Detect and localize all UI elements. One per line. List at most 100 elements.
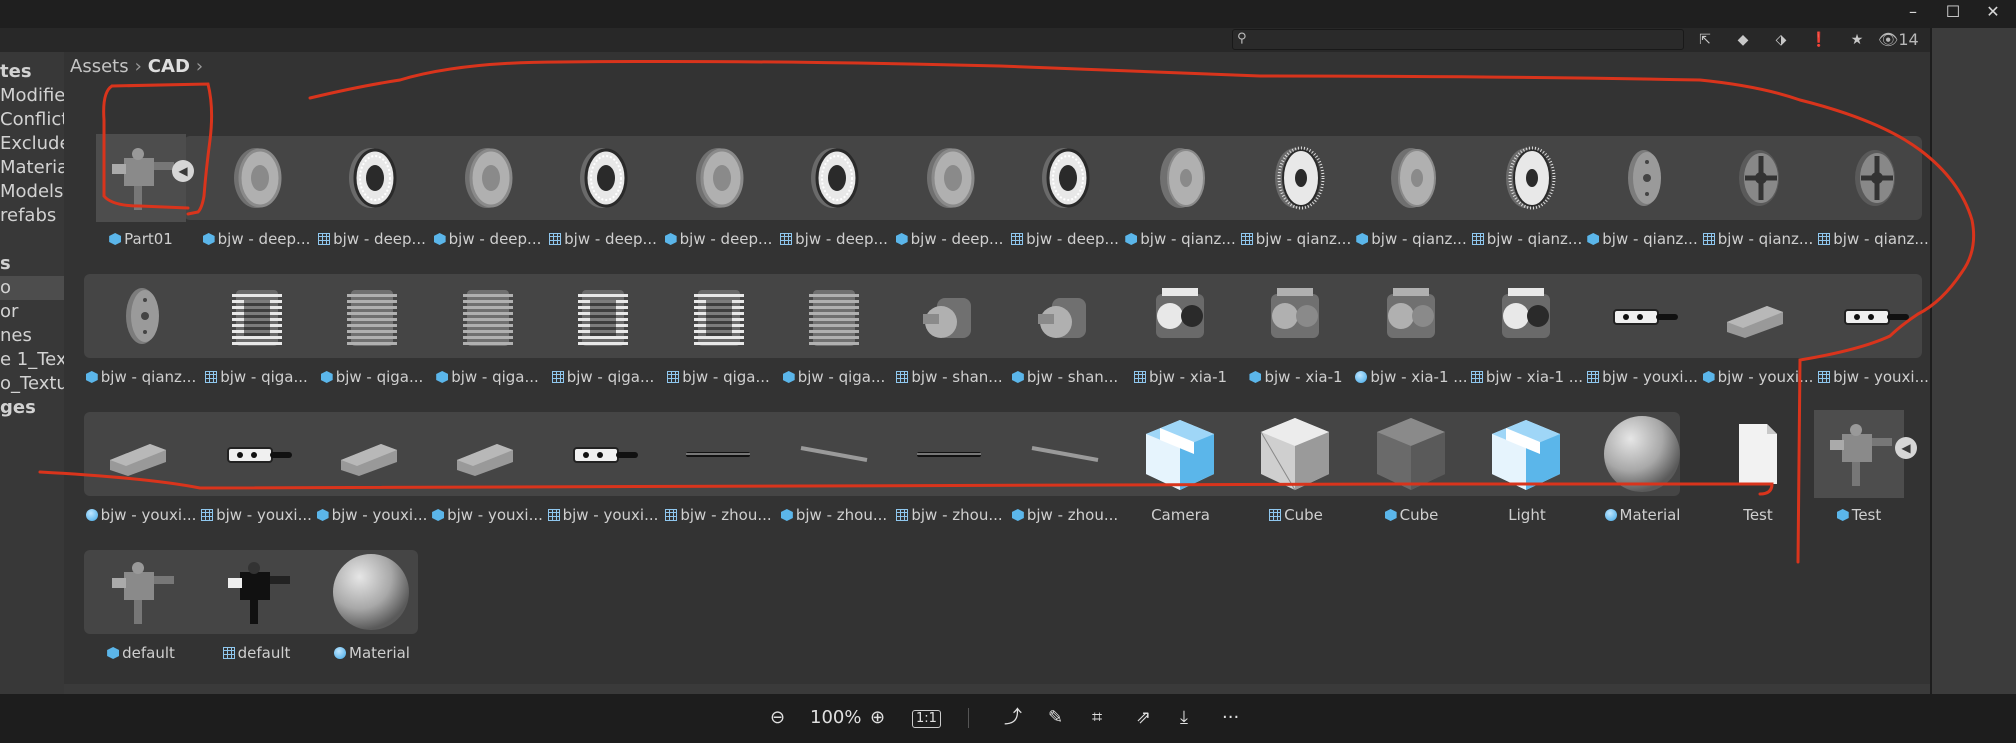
prefab-icon (109, 233, 122, 245)
asset-name: bjw - qianz... (1717, 230, 1814, 248)
asset-label: bjw - deep... (425, 230, 551, 248)
favorites-star-icon[interactable]: ★ (1838, 29, 1876, 51)
prefab-icon (1384, 509, 1397, 521)
edit-icon[interactable]: ✎ (1048, 706, 1063, 730)
asset-name: bjw - xia-1 (1148, 368, 1228, 386)
collapse-arrow-icon[interactable]: ◀ (172, 160, 194, 182)
breadcrumb-assets[interactable]: Assets (70, 56, 129, 77)
sidebar-item[interactable]: s (0, 252, 11, 276)
asset-name: bjw - youxi... (331, 506, 428, 524)
asset-label: bjw - shan... (1002, 368, 1128, 386)
asset-thumbnail (214, 136, 298, 220)
asset-name: bjw - qiga... (682, 368, 770, 386)
mesh-icon (896, 371, 909, 383)
asset-name: bjw - deep... (795, 230, 888, 248)
asset-name: Camera (1151, 506, 1210, 524)
zoom-out-icon[interactable]: ⊖ (770, 706, 785, 730)
asset-label: bjw - deep... (540, 230, 666, 248)
asset-label: bjw - zhou... (656, 506, 782, 524)
asset-thumbnail (1369, 412, 1453, 496)
sidebar-item[interactable]: tes (0, 60, 32, 84)
sidebar-item[interactable]: Excluded (0, 132, 64, 156)
asset-thumbnail (1484, 274, 1568, 358)
text-select-icon[interactable]: ⌗ (1092, 706, 1102, 730)
asset-thumbnail (676, 136, 760, 220)
filter-by-type-icon[interactable]: ◆ (1724, 29, 1762, 51)
prefab-icon (1249, 371, 1262, 383)
asset-label: default (78, 644, 204, 662)
asset-thumbnail (98, 412, 182, 496)
asset-name: bjw - deep... (1026, 230, 1119, 248)
close-icon[interactable]: ✕ (1984, 2, 2002, 21)
asset-label: bjw - qiga... (194, 368, 320, 386)
filter-by-label-icon[interactable]: ⬗ (1762, 29, 1800, 51)
mesh-icon (549, 233, 562, 245)
mesh-icon (1133, 371, 1146, 383)
asset-label: bjw - xia-1 ... (1349, 368, 1475, 386)
mesh-icon (780, 233, 793, 245)
sidebar-item[interactable]: e 1_Text (0, 348, 64, 372)
asset-name: bjw - qiga... (335, 368, 424, 386)
asset-label: bjw - qianz... (78, 368, 204, 386)
asset-name: bjw - qianz... (1140, 230, 1236, 248)
asset-label: bjw - youxi... (309, 506, 435, 524)
maximize-icon[interactable]: ☐ (1944, 2, 1962, 21)
toolbar-divider (968, 708, 969, 728)
asset-name: bjw - youxi... (447, 506, 543, 524)
sidebar-item[interactable]: ges (0, 396, 36, 420)
asset-thumbnail (1369, 274, 1453, 358)
asset-label: Camera (1118, 506, 1244, 524)
asset-name: bjw - youxi... (100, 506, 197, 524)
search-input[interactable]: ⚲ (1232, 29, 1684, 50)
asset-name: bjw - deep... (679, 230, 773, 248)
asset-name: Test (1851, 506, 1882, 524)
scene-search-icon[interactable]: ⇱ (1686, 29, 1724, 51)
breadcrumb-cad[interactable]: CAD (148, 56, 190, 77)
sidebar-item[interactable]: o (0, 276, 64, 300)
prefab-icon (1011, 509, 1024, 521)
asset-name: bjw - deep... (910, 230, 1004, 248)
share-icon[interactable]: ⇗ (1136, 706, 1151, 730)
asset-name: bjw - deep... (217, 230, 311, 248)
prefab-icon (782, 371, 795, 383)
download-icon[interactable]: ⤓ (1180, 706, 1188, 730)
asset-label: bjw - zhou... (771, 506, 897, 524)
asset-label: bjw - youxi... (1811, 368, 1937, 386)
sidebar-item[interactable]: Conflicts (0, 108, 64, 132)
mesh-icon (667, 371, 680, 383)
asset-label: bjw - qianz... (1349, 230, 1475, 248)
actual-size-button[interactable]: 1:1 (912, 710, 941, 728)
more-button[interactable]: ··· (1222, 706, 1239, 730)
search-icon: ⚲ (1237, 31, 1247, 46)
image-viewer-toolbar: ⊖ 100% ⊕ 1:1 ⤴ ✎ ⌗ ⇗ ⤓ ··· (0, 694, 2016, 743)
sidebar-item[interactable]: or (0, 300, 18, 324)
project-toolbar: ⚲ ⇱ ◆ ⬗ ❗ ★ 👁14 (0, 28, 1930, 52)
asset-name: bjw - youxi... (1602, 368, 1698, 386)
mesh-icon (547, 509, 560, 521)
asset-thumbnail (445, 412, 529, 496)
sidebar-item[interactable]: refabs (0, 204, 56, 228)
asset-name: bjw - youxi... (562, 506, 659, 524)
filter-by-log-icon[interactable]: ❗ (1800, 29, 1838, 51)
sidebar-item[interactable]: o_Textur (0, 372, 64, 396)
sidebar-item[interactable]: Models (0, 180, 63, 204)
sidebar-item[interactable]: Modified (0, 84, 64, 108)
collapse-arrow-icon[interactable]: ◀ (1895, 437, 1917, 459)
zoom-in-icon[interactable]: ⊕ (870, 706, 885, 730)
prefab-icon (202, 233, 215, 245)
asset-name: Part01 (124, 230, 173, 248)
horizontal-scrollbar[interactable] (64, 684, 1930, 694)
asset-label: Material (1580, 506, 1706, 524)
sidebar-item[interactable]: nes (0, 324, 32, 348)
asset-label: bjw - qianz... (1811, 230, 1937, 248)
mesh-icon (1269, 509, 1282, 521)
asset-label: bjw - qianz... (1464, 230, 1590, 248)
asset-name: bjw - zhou... (680, 506, 772, 524)
chevron-right-icon: › (195, 56, 204, 77)
asset-label: bjw - deep... (194, 230, 320, 248)
rotate-icon[interactable]: ⤴ (1004, 706, 1022, 730)
asset-thumbnail (214, 550, 298, 634)
sidebar-item[interactable]: Material (0, 156, 64, 180)
asset-thumbnail (445, 274, 529, 358)
minimize-icon[interactable]: – (1904, 2, 1922, 21)
